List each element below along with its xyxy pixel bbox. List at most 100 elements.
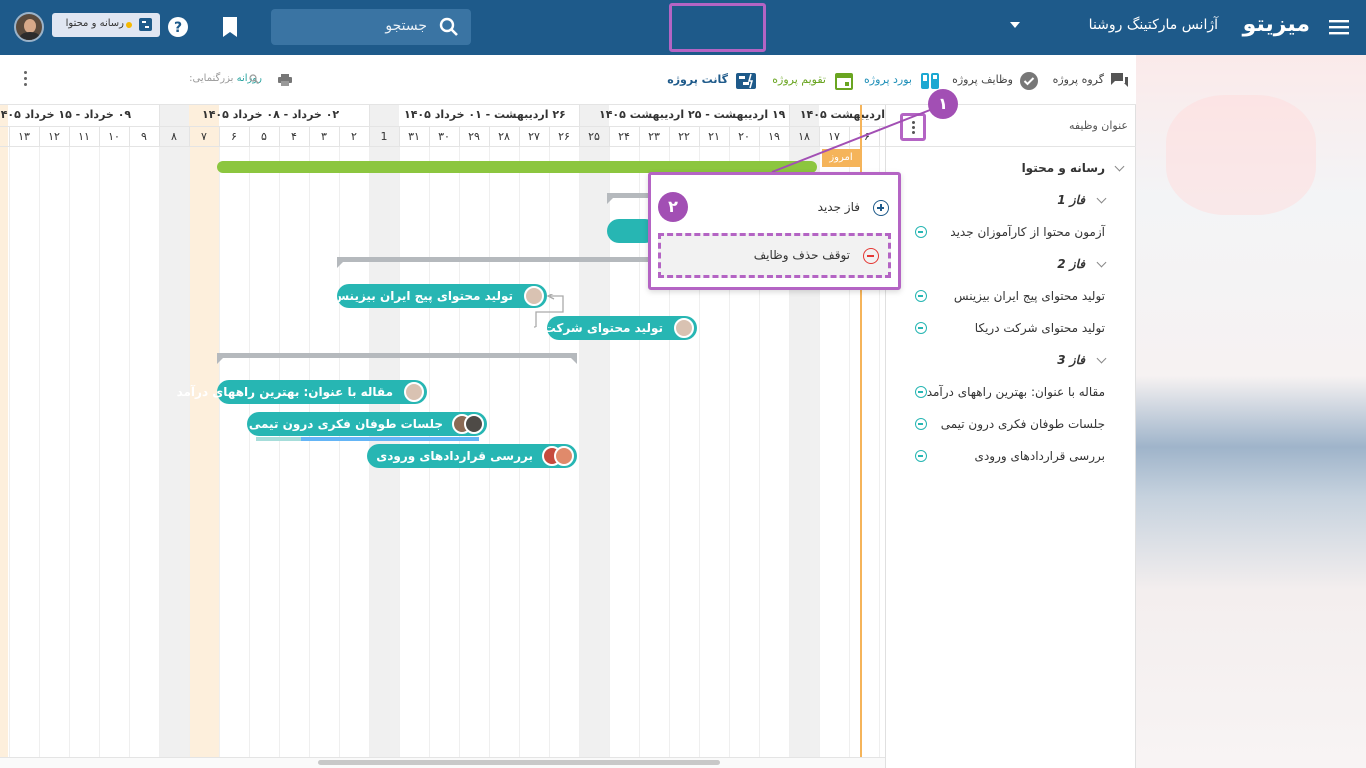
day-separator [489, 127, 490, 147]
tab-label[interactable]: گروه پروژه [1053, 73, 1104, 86]
day-separator [729, 127, 730, 147]
grid-line [309, 147, 310, 757]
gantt-icon [736, 73, 756, 89]
day-separator [99, 127, 100, 147]
task-row[interactable]: تولید محتوای شرکت دریکا [885, 312, 1135, 344]
day-separator [219, 127, 220, 147]
day-separator [189, 127, 190, 147]
assignee-avatar [464, 414, 484, 434]
phase-summary-bar[interactable] [217, 353, 577, 364]
help-icon[interactable]: ? [166, 15, 190, 39]
remove-task-icon[interactable] [915, 386, 927, 398]
remove-task-icon[interactable] [915, 450, 927, 462]
phase-row[interactable]: فاز 3 [885, 344, 1135, 376]
search-icon[interactable] [439, 17, 459, 37]
check-circle-icon [1020, 72, 1038, 90]
search-placeholder[interactable]: جستجو [385, 18, 427, 34]
assignee-avatar [674, 318, 694, 338]
task-bar[interactable]: مقاله با عنوان: بهترین راههای درآمد [177, 380, 427, 404]
remove-task-icon[interactable] [915, 418, 927, 430]
task-row[interactable]: مقاله با عنوان: بهترین راههای درآمد [885, 376, 1135, 408]
tab-label[interactable]: گانت پروژه [667, 73, 728, 86]
task-row[interactable]: آزمون محتوا از کارآموزان جدید [885, 216, 1135, 248]
chevron-down-icon[interactable] [1096, 353, 1107, 364]
print-icon[interactable] [278, 74, 292, 86]
phase-summary-bar[interactable] [337, 257, 657, 268]
phase-row[interactable]: فاز 1 [885, 184, 1135, 216]
phase-title: فاز 3 [1057, 353, 1085, 367]
day-separator [639, 127, 640, 147]
day-cell: ۲۳ [648, 130, 660, 143]
day-separator [669, 127, 670, 147]
remove-task-icon[interactable] [915, 322, 927, 334]
blurred-background [1136, 55, 1366, 768]
task-bar[interactable]: تولید محتوای شرکت در [526, 316, 697, 340]
day-separator [69, 127, 70, 147]
status-dot [126, 22, 132, 28]
task-bar[interactable]: جلسات طوفان فکری درون تیمی [247, 412, 487, 436]
day-cell: 1 [380, 130, 388, 143]
org-selector[interactable]: آژانس مارکتینگ روشنا [1089, 17, 1218, 33]
project-pill[interactable]: رسانه و محتوا [52, 13, 160, 37]
search-box[interactable]: جستجو [271, 9, 471, 45]
day-separator [699, 127, 700, 147]
task-bar[interactable]: بررسی قراردادهای ورودی [367, 444, 577, 468]
grid-line [9, 147, 10, 757]
grid-line [159, 147, 160, 757]
day-separator [429, 127, 430, 147]
day-separator [459, 127, 460, 147]
grid-line [69, 147, 70, 757]
day-separator [549, 127, 550, 147]
grid-line [189, 147, 190, 757]
task-bar-label: مقاله با عنوان: بهترین راههای درآمد [176, 385, 393, 399]
day-separator [609, 127, 610, 147]
task-column-title: عنوان وظیفه [1068, 119, 1128, 132]
phase-row[interactable]: فاز 2 [885, 248, 1135, 280]
chat-icon [1111, 73, 1128, 87]
chevron-down-icon[interactable] [1096, 257, 1107, 268]
chevron-down-icon[interactable] [1096, 193, 1107, 204]
caret-down-icon[interactable] [1010, 22, 1020, 28]
day-separator [279, 127, 280, 147]
week-label: ۰۹ خرداد - ۱۵ خرداد ۱۴۰۵ [0, 108, 132, 121]
minus-circle-icon[interactable] [863, 248, 879, 264]
task-options-menu: فاز جدید توقف حذف وظایف [648, 172, 901, 290]
menu-icon[interactable] [1328, 16, 1350, 38]
day-separator [399, 127, 400, 147]
grid-line [579, 147, 580, 757]
day-separator [339, 127, 340, 147]
stop-delete-item[interactable]: توقف حذف وظایف [658, 233, 891, 278]
tab-label[interactable]: وظایف پروژه [952, 73, 1013, 86]
horizontal-scrollbar[interactable] [318, 760, 720, 765]
week-label: ۱۹ اردیبهشت - ۲۵ اردیبهشت ۱۴۰۵ [599, 108, 786, 121]
day-cell: ۹ [141, 130, 147, 143]
stop-delete-label[interactable]: توقف حذف وظایف [754, 248, 850, 262]
day-separator [579, 127, 580, 147]
task-row[interactable]: بررسی قراردادهای ورودی [885, 440, 1135, 472]
day-cell: ۲۲ [678, 130, 690, 143]
remove-task-icon[interactable] [915, 226, 927, 238]
day-cell: ۶ [231, 130, 237, 143]
tab-label[interactable]: تقویم پروژه [772, 73, 826, 86]
phase-title: فاز 1 [1057, 193, 1085, 207]
brand-logo[interactable]: میزیتو [1243, 12, 1310, 37]
plus-circle-icon[interactable] [873, 200, 889, 216]
task-row[interactable]: تولید محتوای پیج ایران بیزینس [885, 280, 1135, 312]
project-pill-label: رسانه و محتوا [65, 18, 124, 29]
task-row[interactable]: جلسات طوفان فکری درون تیمی [885, 408, 1135, 440]
task-bar-label: بررسی قراردادهای ورودی [376, 449, 533, 463]
task-bar-label: تولید محتوای پیج ایران بیزینس [332, 289, 513, 303]
phase-title: فاز 2 [1057, 257, 1085, 271]
bookmark-icon[interactable] [218, 15, 242, 39]
task-bar[interactable]: تولید محتوای پیج ایران بیزینس [333, 284, 547, 308]
more-options-icon[interactable] [24, 71, 28, 87]
task-title: تولید محتوای پیج ایران بیزینس [953, 289, 1105, 303]
grid-line [129, 147, 130, 757]
grid-line [339, 147, 340, 757]
chevron-down-icon[interactable] [1114, 161, 1125, 172]
tab-label[interactable]: بورد پروژه [864, 73, 912, 86]
remove-task-icon[interactable] [915, 290, 927, 302]
group-title: رسانه و محتوا [1021, 161, 1105, 175]
user-avatar[interactable] [14, 12, 44, 42]
new-phase-item[interactable]: فاز جدید [818, 200, 860, 214]
